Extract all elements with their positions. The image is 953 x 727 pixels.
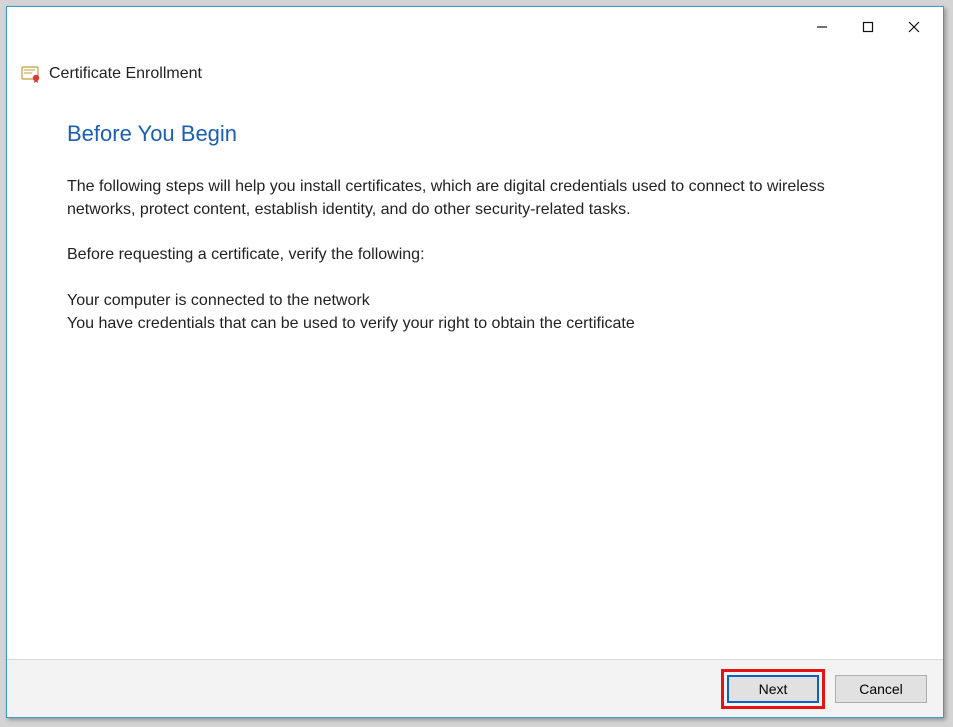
next-button[interactable]: Next [727,675,819,703]
close-button[interactable] [891,11,937,43]
requirement-line-1: Your computer is connected to the networ… [67,289,883,312]
titlebar [7,7,943,47]
minimize-icon [816,21,828,33]
minimize-button[interactable] [799,11,845,43]
header-row: Certificate Enrollment [7,47,943,83]
page-heading: Before You Begin [67,121,883,147]
maximize-icon [862,21,874,33]
verify-paragraph: Before requesting a certificate, verify … [67,243,883,266]
requirement-line-2: You have credentials that can be used to… [67,312,883,335]
certificate-icon [21,65,41,83]
footer: Next Cancel [7,659,943,717]
window-title: Certificate Enrollment [49,65,202,83]
body-text: The following steps will help you instal… [67,175,883,335]
maximize-button[interactable] [845,11,891,43]
intro-paragraph: The following steps will help you instal… [67,175,883,221]
next-highlight: Next [721,669,825,709]
cancel-button[interactable]: Cancel [835,675,927,703]
wizard-window: Certificate Enrollment Before You Begin … [6,6,944,718]
close-icon [908,21,920,33]
content-area: Before You Begin The following steps wil… [7,83,943,659]
